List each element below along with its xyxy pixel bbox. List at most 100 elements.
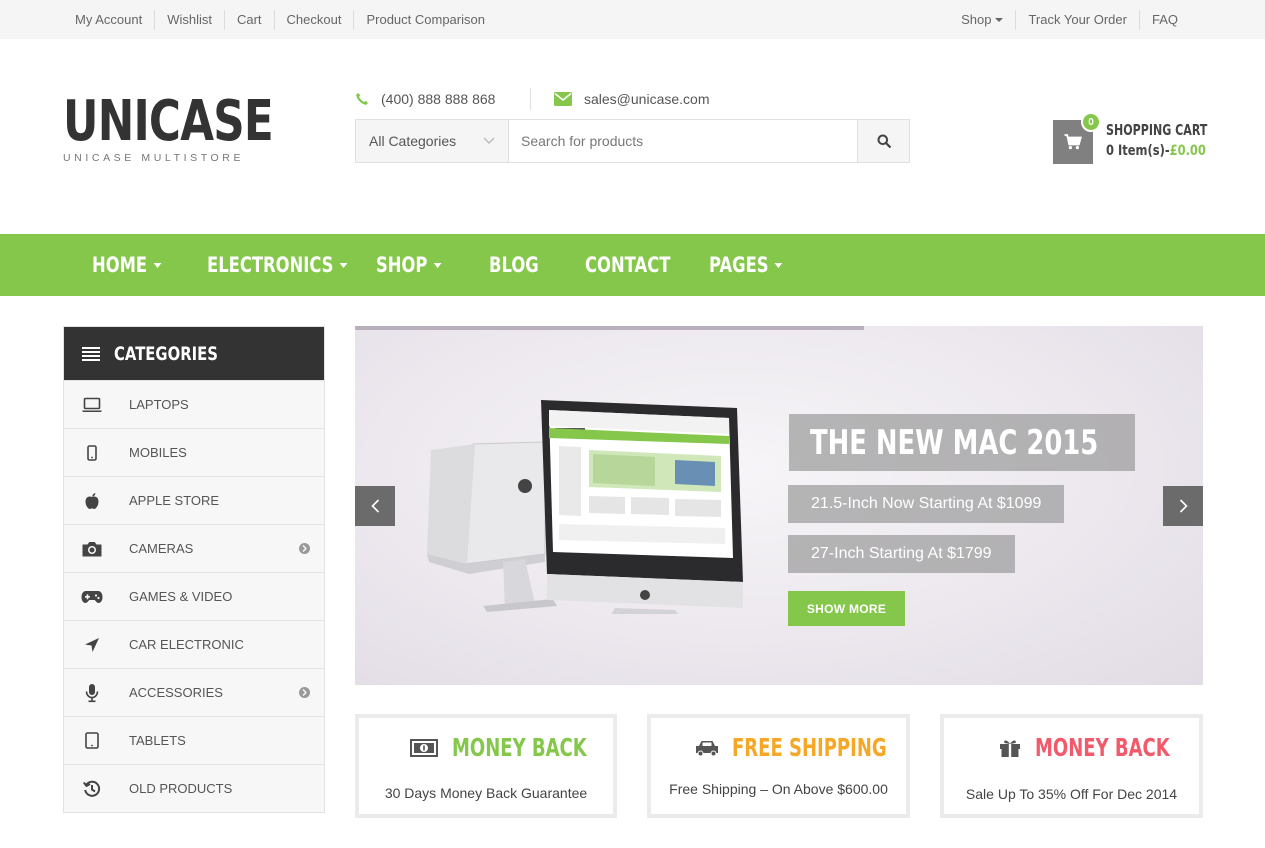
- nav-item-blog[interactable]: BLOG: [489, 234, 539, 296]
- category-select-value: All Categories: [369, 133, 457, 149]
- category-car-electronic[interactable]: CAR ELECTRONIC: [64, 620, 324, 668]
- camera-icon: [81, 538, 103, 560]
- category-games-video[interactable]: GAMES & VIDEO: [64, 572, 324, 620]
- show-more-button[interactable]: SHOW MORE: [788, 591, 905, 626]
- category-tablets[interactable]: TABLETS: [64, 716, 324, 764]
- cart-items-count: 0 Item(s)-: [1106, 143, 1170, 159]
- apple-icon: [81, 490, 103, 512]
- caret-down-icon: [433, 262, 442, 268]
- category-label: MOBILES: [129, 445, 187, 460]
- nav-item-shop[interactable]: SHOP: [376, 234, 442, 296]
- category-cameras[interactable]: CAMERAS: [64, 524, 324, 572]
- feature-subtitle: Free Shipping – On Above $600.00: [669, 781, 888, 797]
- feature-title: FREE SHIPPING: [731, 733, 887, 762]
- slide-caption-1: 21.5-Inch Now Starting At $1099: [788, 485, 1065, 523]
- envelope-icon: [554, 92, 572, 106]
- category-apple-store[interactable]: APPLE STORE: [64, 476, 324, 524]
- search-icon: [877, 134, 891, 148]
- list-icon: [82, 346, 100, 361]
- track-order-link[interactable]: Track Your Order: [1015, 9, 1139, 30]
- categories-title: CATEGORIES: [114, 342, 218, 365]
- category-label: CAMERAS: [129, 541, 194, 556]
- cart-total: £0.00: [1169, 143, 1206, 159]
- feature-box-money-back: MONEY BACK 30 Days Money Back Guarantee: [355, 714, 617, 818]
- feature-box-sale: MONEY BACK Sale Up To 35% Off For Dec 20…: [940, 714, 1203, 818]
- slide-title: THE NEW MAC 2015: [789, 414, 1135, 471]
- category-label: APPLE STORE: [129, 493, 220, 508]
- main-nav: HOME ELECTRONICS SHOP BLOG CONTACT PAGES: [0, 234, 1265, 296]
- caret-down-icon: [995, 18, 1004, 23]
- chevron-right-icon: [299, 687, 310, 698]
- category-label: OLD PRODUCTS: [129, 781, 233, 796]
- caret-down-icon: [774, 262, 783, 268]
- category-old-products[interactable]: OLD PRODUCTS: [64, 764, 324, 812]
- wishlist-link[interactable]: Wishlist: [154, 9, 224, 30]
- category-select[interactable]: All Categories: [356, 120, 509, 162]
- category-label: ACCESSORIES: [129, 685, 223, 700]
- category-label: CAR ELECTRONIC: [129, 637, 244, 652]
- imac-image: [427, 400, 743, 614]
- gamepad-icon: [81, 586, 103, 608]
- caret-down-icon: [153, 262, 162, 268]
- top-bar: My Account Wishlist Cart Checkout Produc…: [0, 0, 1265, 39]
- email-address[interactable]: sales@unicase.com: [584, 91, 710, 107]
- category-label: GAMES & VIDEO: [129, 589, 233, 604]
- search-input[interactable]: [509, 120, 857, 162]
- product-comparison-link[interactable]: Product Comparison: [353, 9, 497, 30]
- feature-subtitle: Sale Up To 35% Off For Dec 2014: [965, 786, 1178, 802]
- chevron-down-icon: [483, 137, 495, 144]
- category-accessories[interactable]: ACCESSORIES: [64, 668, 324, 716]
- nav-label-shop: SHOP: [376, 253, 428, 277]
- cart-count-badge: 0: [1081, 112, 1101, 132]
- nav-label-contact: CONTACT: [585, 253, 671, 277]
- location-arrow-icon: [81, 634, 103, 656]
- laptop-icon: [81, 394, 103, 416]
- faq-link[interactable]: FAQ: [1138, 9, 1190, 30]
- slide-title-text: THE NEW MAC 2015: [810, 422, 1099, 463]
- chevron-left-icon: [370, 499, 379, 513]
- categories-sidebar: CATEGORIES LAPTOPS MOBILES APPLE STORE C…: [63, 326, 325, 813]
- category-label: TABLETS: [129, 733, 186, 748]
- cart-icon: [1064, 134, 1082, 150]
- microphone-icon: [81, 682, 103, 704]
- feature-title: MONEY BACK: [1034, 733, 1170, 762]
- feature-heading: MONEY BACK: [944, 733, 1199, 762]
- shop-link-label: Shop: [961, 11, 992, 27]
- cart-title: SHOPPING CART: [1106, 121, 1208, 139]
- nav-label-blog: BLOG: [489, 253, 539, 277]
- category-laptops[interactable]: LAPTOPS: [64, 380, 324, 428]
- feature-heading: FREE SHIPPING: [651, 733, 906, 762]
- contact-divider: [530, 88, 531, 110]
- shop-dropdown-link[interactable]: Shop: [949, 10, 1015, 30]
- feature-title: MONEY BACK: [452, 733, 587, 762]
- nav-item-electronics[interactable]: ELECTRONICS: [207, 234, 348, 296]
- slider-prev-button[interactable]: [355, 486, 395, 526]
- nav-label-pages: PAGES: [709, 253, 769, 277]
- gift-icon: [999, 740, 1020, 757]
- feature-box-free-shipping: FREE SHIPPING Free Shipping – On Above $…: [647, 714, 910, 818]
- mobile-icon: [81, 442, 103, 464]
- chevron-right-icon: [1179, 499, 1188, 513]
- cart-summary: 0 Item(s)-£0.00: [1106, 143, 1206, 159]
- money-icon: [410, 738, 438, 757]
- car-icon: [695, 740, 718, 756]
- nav-item-home[interactable]: HOME: [92, 234, 162, 296]
- hero-slider: THE NEW MAC 2015 21.5-Inch Now Starting …: [355, 326, 1203, 685]
- phone-number: (400) 888 888 868: [381, 91, 496, 107]
- slider-next-button[interactable]: [1163, 486, 1203, 526]
- category-mobiles[interactable]: MOBILES: [64, 428, 324, 476]
- categories-header: CATEGORIES: [64, 327, 324, 380]
- nav-item-contact[interactable]: CONTACT: [585, 234, 670, 296]
- history-icon: [81, 778, 103, 800]
- my-account-link[interactable]: My Account: [63, 10, 154, 30]
- cart-link[interactable]: Cart: [223, 9, 274, 30]
- checkout-link[interactable]: Checkout: [273, 9, 354, 30]
- top-links-right: Shop Track Your Order FAQ: [949, 0, 1190, 39]
- search-bar: All Categories: [355, 119, 910, 163]
- nav-item-pages[interactable]: PAGES: [709, 234, 783, 296]
- phone-icon: [356, 93, 368, 105]
- logo[interactable]: UNICASE UNICASE MULTISTORE: [63, 89, 332, 165]
- search-button[interactable]: [857, 120, 909, 162]
- phone-contact: (400) 888 888 868: [355, 89, 495, 109]
- logo-wordmark: UNICASE: [63, 89, 274, 154]
